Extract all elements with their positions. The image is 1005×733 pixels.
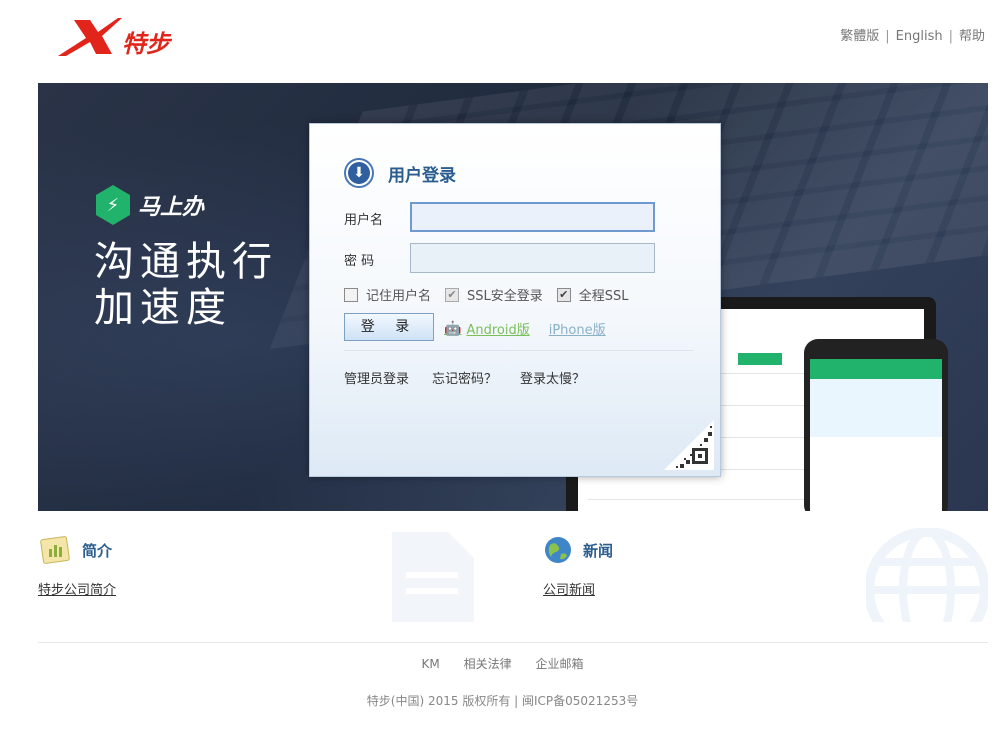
mashangban-brand: ⚡ 马上办 — [96, 185, 204, 225]
iphone-app-link[interactable]: iPhone版 — [544, 319, 606, 338]
mobile-apps: 🤖 Android版 iPhone版 — [444, 319, 606, 339]
corporate-email-link[interactable]: 企业邮箱 — [535, 657, 583, 671]
qr-code-icon[interactable] — [664, 420, 714, 470]
chart-document-icon — [40, 536, 70, 564]
phone-illustration — [804, 339, 948, 511]
forgot-password-link[interactable]: 忘记密码？ — [432, 368, 497, 387]
footer-links: KM 相关法律 企业邮箱 — [0, 655, 1005, 672]
ssl-label: SSL安全登录 — [467, 289, 543, 304]
password-label: 密 码 — [344, 254, 375, 269]
android-app-link[interactable]: 🤖 Android版 — [444, 319, 530, 339]
company-intro-link[interactable]: 特步公司简介 — [38, 579, 116, 598]
remember-label: 记住用户名 — [366, 289, 432, 304]
remember-username-option[interactable]: 记住用户名 — [344, 285, 431, 304]
top-links: 繁體版 | English | 帮助 — [840, 29, 985, 44]
traditional-chinese-link[interactable]: 繁體版 — [840, 29, 879, 44]
intro-section: 简介 特步公司简介 — [38, 535, 116, 598]
slogan-line-2: 加速度 — [94, 285, 232, 331]
ssl-option[interactable]: ✔ SSL安全登录 — [445, 285, 543, 304]
password-input[interactable] — [410, 243, 655, 273]
copyright: 特步(中国) 2015 版权所有 | 闽ICP备05021253号 — [366, 694, 639, 708]
slogan: 沟通执行 加速度 — [94, 239, 278, 331]
globe-icon — [545, 537, 571, 563]
login-title: 用户登录 — [388, 165, 456, 186]
svg-text:特步: 特步 — [122, 30, 173, 58]
brand-name: 马上办 — [138, 195, 205, 220]
full-ssl-label: 全程SSL — [578, 289, 629, 304]
legal-link[interactable]: 相关法律 — [464, 657, 512, 671]
help-link[interactable]: 帮助 — [959, 29, 985, 44]
android-icon: 🤖 — [444, 320, 462, 337]
admin-login-link[interactable]: 管理员登录 — [344, 368, 409, 387]
globe-watermark-icon — [866, 528, 988, 622]
news-title: 新闻 — [583, 541, 614, 560]
login-button[interactable]: 登 录 — [344, 313, 434, 341]
xtep-logo[interactable]: 特步 — [56, 16, 186, 60]
document-watermark-icon — [392, 532, 474, 622]
full-ssl-option[interactable]: ✔ 全程SSL — [556, 285, 629, 304]
username-input[interactable] — [410, 202, 655, 232]
top-bar: 特步 繁體版 | English | 帮助 — [0, 0, 1005, 83]
lightning-icon: ⚡ — [96, 185, 130, 225]
remember-checkbox[interactable] — [344, 287, 358, 302]
login-links: 管理员登录 忘记密码？ 登录太慢？ — [344, 368, 608, 387]
login-header: ⬇ 用户登录 — [344, 158, 456, 188]
login-panel: ⬇ 用户登录 用户名 密 码 记住用户名 ✔ SSL安全登录 ✔ 全程SSL 登… — [309, 123, 721, 477]
company-news-link[interactable]: 公司新闻 — [543, 579, 613, 598]
full-ssl-checkbox[interactable]: ✔ — [556, 287, 571, 302]
english-link[interactable]: English — [896, 29, 943, 44]
login-options: 记住用户名 ✔ SSL安全登录 ✔ 全程SSL — [344, 285, 643, 304]
km-link[interactable]: KM — [422, 657, 440, 671]
ssl-checkbox[interactable]: ✔ — [445, 287, 460, 302]
divider — [344, 350, 694, 351]
slow-login-link[interactable]: 登录太慢？ — [520, 368, 585, 387]
intro-title: 简介 — [82, 541, 113, 560]
footer-divider — [38, 642, 988, 643]
username-label: 用户名 — [344, 213, 384, 228]
down-arrow-icon: ⬇ — [344, 158, 374, 188]
slogan-line-1: 沟通执行 — [94, 239, 278, 285]
news-section: 新闻 公司新闻 — [543, 535, 613, 598]
